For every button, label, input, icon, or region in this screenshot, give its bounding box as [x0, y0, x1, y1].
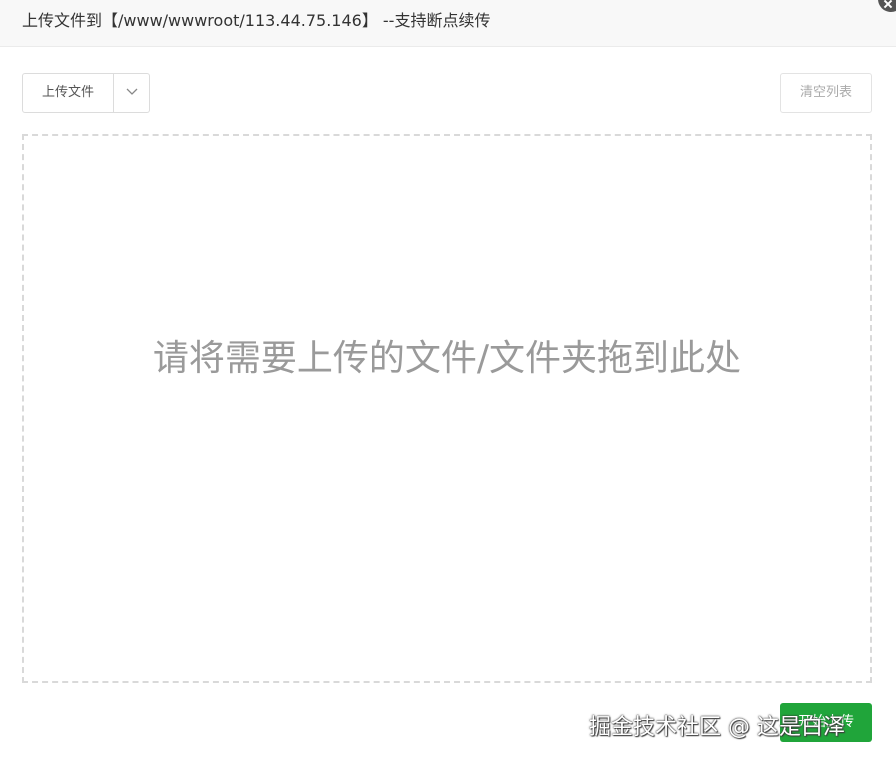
upload-dialog: 上传文件到【/www/wwwroot/113.44.75.146】 --支持断点…	[0, 0, 896, 766]
drop-zone-hint: 请将需要上传的文件/文件夹拖到此处	[152, 338, 742, 379]
start-upload-button[interactable]: 开始上传	[780, 703, 872, 742]
upload-file-button[interactable]: 上传文件	[23, 74, 114, 112]
upload-split-button: 上传文件	[22, 73, 150, 113]
upload-options-dropdown[interactable]	[114, 74, 149, 112]
dialog-titlebar: 上传文件到【/www/wwwroot/113.44.75.146】 --支持断点…	[0, 0, 896, 47]
chevron-down-icon	[126, 88, 138, 95]
dialog-title: 上传文件到【/www/wwwroot/113.44.75.146】 --支持断点…	[22, 11, 491, 30]
file-drop-zone[interactable]: 请将需要上传的文件/文件夹拖到此处	[22, 134, 872, 683]
clear-list-button[interactable]: 清空列表	[780, 73, 872, 113]
